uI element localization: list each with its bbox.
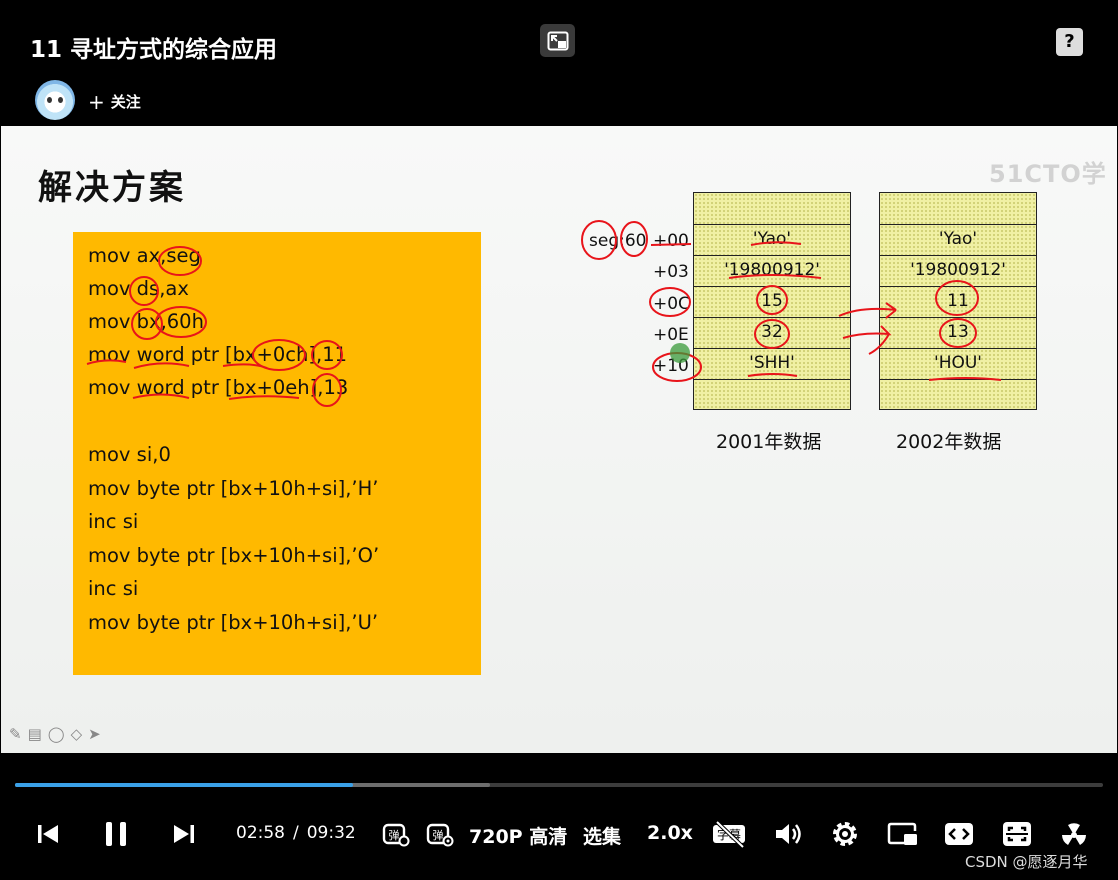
- time-display: 02:58 / 09:32: [236, 823, 356, 843]
- mini-player-button[interactable]: [886, 816, 920, 852]
- pencil-icon[interactable]: ✎: [9, 725, 22, 743]
- table-cell: 'HOU': [880, 348, 1036, 379]
- radiation-button[interactable]: [1057, 816, 1091, 852]
- subtitle-off-icon: 字幕: [713, 820, 745, 848]
- danmaku-settings-button[interactable]: 弹: [425, 816, 455, 852]
- svg-text:弹: 弹: [433, 828, 444, 842]
- table-cell: 13: [880, 317, 1036, 348]
- annotation-toolbar: ✎ ▤ ◯ ◇ ➤: [9, 724, 107, 743]
- table-2001: 'Yao' '19800912' 15 32 'SHH': [693, 192, 851, 410]
- code-line: mov ds,ax: [88, 277, 189, 300]
- video-title: 11 寻址方式的综合应用: [30, 37, 278, 63]
- table-cell: 'Yao': [694, 224, 850, 255]
- svg-text:弹: 弹: [389, 828, 400, 842]
- gear-icon: [833, 822, 857, 846]
- next-button[interactable]: [170, 816, 198, 852]
- table-caption: 2002年数据: [896, 431, 1002, 453]
- danmaku-settings-icon: 弹: [426, 823, 454, 847]
- duration: 09:32: [306, 823, 356, 843]
- eraser-icon[interactable]: ◇: [71, 725, 83, 743]
- offset-label: +0C: [653, 294, 690, 314]
- progress-bar[interactable]: [15, 783, 1103, 787]
- table-cell: 'Yao': [880, 224, 1036, 255]
- settings-button[interactable]: [830, 816, 860, 852]
- code-line: inc si: [88, 510, 139, 533]
- danmaku-icon: 弹: [382, 823, 410, 847]
- web-fullscreen-button[interactable]: [943, 816, 975, 852]
- follow-button[interactable]: + 关注: [88, 90, 141, 114]
- table-cell: 32: [694, 317, 850, 348]
- lasso-icon[interactable]: ◯: [48, 725, 65, 743]
- pip-toggle-button[interactable]: [540, 24, 575, 57]
- subtitle-button[interactable]: 字幕: [711, 816, 747, 852]
- previous-button[interactable]: [34, 816, 62, 852]
- progress-fill: [15, 783, 354, 787]
- skip-forward-icon: [174, 825, 194, 843]
- offset-label: +0E: [653, 325, 689, 345]
- time-separator: /: [293, 823, 299, 843]
- table-cell: 11: [880, 286, 1036, 317]
- offset-label: +03: [653, 262, 689, 282]
- table-cell: 15: [694, 286, 850, 317]
- code-block: mov ax,seg mov ds,ax mov bx,60h mov word…: [73, 232, 481, 675]
- code-line: mov ax,seg: [88, 244, 201, 267]
- mini-player-icon: [887, 822, 917, 845]
- speed-button[interactable]: 2.0x: [647, 822, 693, 844]
- pause-icon: [106, 822, 126, 846]
- code-line: mov word ptr [bx+0eh],13: [88, 376, 349, 399]
- pause-button[interactable]: [100, 816, 132, 852]
- volume-button[interactable]: [773, 816, 803, 852]
- code-line: mov byte ptr [bx+10h+si],’H’: [88, 477, 379, 500]
- slide-title: 解决方案: [38, 168, 186, 208]
- table-cell: [694, 379, 850, 410]
- quality-button[interactable]: 720P 高清: [469, 822, 567, 849]
- table-caption: 2001年数据: [716, 431, 822, 453]
- help-button[interactable]: ?: [1056, 28, 1083, 56]
- expand-horizontal-icon: [945, 823, 973, 845]
- table-cell: [880, 379, 1036, 410]
- code-line: mov word ptr [bx+0ch],11: [88, 343, 348, 366]
- volume-icon: [776, 824, 801, 844]
- follow-label: 关注: [110, 93, 141, 111]
- cursor-icon[interactable]: ➤: [88, 725, 101, 743]
- code-line: mov byte ptr [bx+10h+si],’U’: [88, 611, 379, 634]
- code-line: mov si,0: [88, 443, 171, 466]
- current-time: 02:58: [236, 823, 285, 843]
- video-frame[interactable]: 解决方案 51CTO学院 mov ax,seg mov ds,ax mov bx…: [1, 126, 1117, 753]
- csdn-credit: CSDN @愿逐月华: [965, 853, 1088, 871]
- offset-label: +00: [653, 231, 689, 251]
- code-line: mov bx,60h: [88, 310, 204, 333]
- fullscreen-icon: [1003, 822, 1031, 846]
- code-line: inc si: [88, 577, 139, 600]
- danmaku-toggle-button[interactable]: 弹: [381, 816, 411, 852]
- table-cell: '19800912': [880, 255, 1036, 286]
- code-line: mov byte ptr [bx+10h+si],’O’: [88, 544, 380, 567]
- fullscreen-button[interactable]: [1001, 816, 1033, 852]
- keyboard-icon[interactable]: ▤: [28, 725, 42, 743]
- offset-label: +10: [653, 356, 689, 376]
- segment-label: seg:60: [589, 231, 647, 251]
- pip-icon: [547, 31, 569, 51]
- episodes-button[interactable]: 选集: [583, 822, 621, 849]
- table-cell: 'SHH': [694, 348, 850, 379]
- skip-back-icon: [38, 825, 58, 843]
- table-cell: '19800912': [694, 255, 850, 286]
- avatar[interactable]: [35, 80, 75, 120]
- plus-icon: +: [88, 90, 105, 114]
- radiation-icon: [1062, 823, 1086, 845]
- table-2002: 'Yao' '19800912' 11 13 'HOU': [879, 192, 1037, 410]
